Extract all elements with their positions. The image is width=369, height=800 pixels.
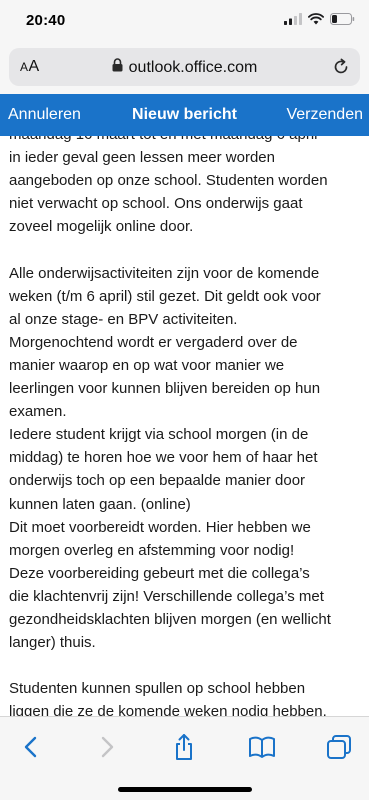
- status-icons: [284, 12, 355, 30]
- message-body-editor[interactable]: maandag 16 maart tot en met maandag 6 ap…: [0, 136, 369, 716]
- share-icon[interactable]: [169, 732, 199, 762]
- message-body-text: maandag 16 maart tot en met maandag 6 ap…: [9, 136, 363, 716]
- home-indicator: [118, 787, 252, 792]
- url-text: outlook.office.com: [128, 58, 258, 76]
- status-time: 20:40: [26, 12, 66, 29]
- body-line: in ieder geval geen lessen meer worden: [9, 149, 275, 167]
- forward-icon[interactable]: [92, 732, 122, 762]
- send-button[interactable]: Verzenden: [286, 106, 363, 124]
- body-line: morgen overleg en afstemming voor nodig!: [9, 541, 295, 559]
- body-line: Deze voorbereiding gebeurt met die colle…: [9, 564, 310, 582]
- status-bar: 20:40: [0, 0, 369, 44]
- body-line: onderwijs toch op een bepaalde manier do…: [9, 472, 306, 490]
- body-line: manier waarop en op wat voor manier we: [9, 356, 285, 374]
- body-line: gezondheidsklachten blijven morgen (en w…: [9, 610, 331, 628]
- cellular-signal-icon: [284, 12, 302, 30]
- body-line: Alle onderwijsactiviteiten zijn voor de …: [9, 264, 320, 282]
- lock-icon: [112, 58, 123, 77]
- body-line: weken (t/m 6 april) stil gezet. Dit geld…: [9, 287, 321, 305]
- body-line: liggen die ze de komende weken nodig heb…: [9, 703, 327, 716]
- body-line: maandag 16 maart tot en met maandag 6 ap…: [9, 136, 363, 146]
- address-bar[interactable]: AA outlook.office.com: [9, 48, 360, 86]
- body-line: Studenten kunnen spullen op school hebbe…: [9, 680, 306, 698]
- body-line: middag) te horen hoe we voor hem of haar…: [9, 449, 318, 467]
- body-line: kunnen laten gaan. (online): [9, 495, 191, 513]
- body-line: al onze stage- en BPV activiteiten.: [9, 310, 238, 328]
- browser-chrome: AA outlook.office.com: [0, 44, 369, 94]
- compose-header: Annuleren Nieuw bericht Verzenden: [0, 94, 369, 136]
- body-line: leerlingen voor kunnen blijven bereiden …: [9, 380, 321, 398]
- wifi-icon: [308, 12, 324, 30]
- body-blank-line: [9, 654, 363, 677]
- bookmarks-icon[interactable]: [247, 732, 277, 762]
- battery-icon: [330, 12, 355, 30]
- back-icon[interactable]: [16, 732, 46, 762]
- body-line: langer) thuis.: [9, 634, 96, 652]
- body-line: Morgenochtend wordt er vergaderd over de: [9, 333, 298, 351]
- body-line: die klachtenvrij zijn! Verschillende col…: [9, 587, 324, 605]
- tabs-icon[interactable]: [324, 732, 354, 762]
- body-line: Dit moet voorbereidt worden. Hier hebben…: [9, 518, 311, 536]
- url-display[interactable]: outlook.office.com: [9, 58, 360, 77]
- body-line: examen.: [9, 403, 67, 421]
- reload-icon[interactable]: [331, 57, 351, 77]
- body-line: Iedere student krijgt via school morgen …: [9, 426, 309, 444]
- body-blank-line: [9, 238, 363, 261]
- body-line: zoveel mogelijk online door.: [9, 218, 194, 236]
- body-line: niet verwacht op school. Ons onderwijs g…: [9, 195, 303, 213]
- body-line: aangeboden op onze school. Studenten wor…: [9, 172, 328, 190]
- bottom-toolbar: [0, 716, 369, 800]
